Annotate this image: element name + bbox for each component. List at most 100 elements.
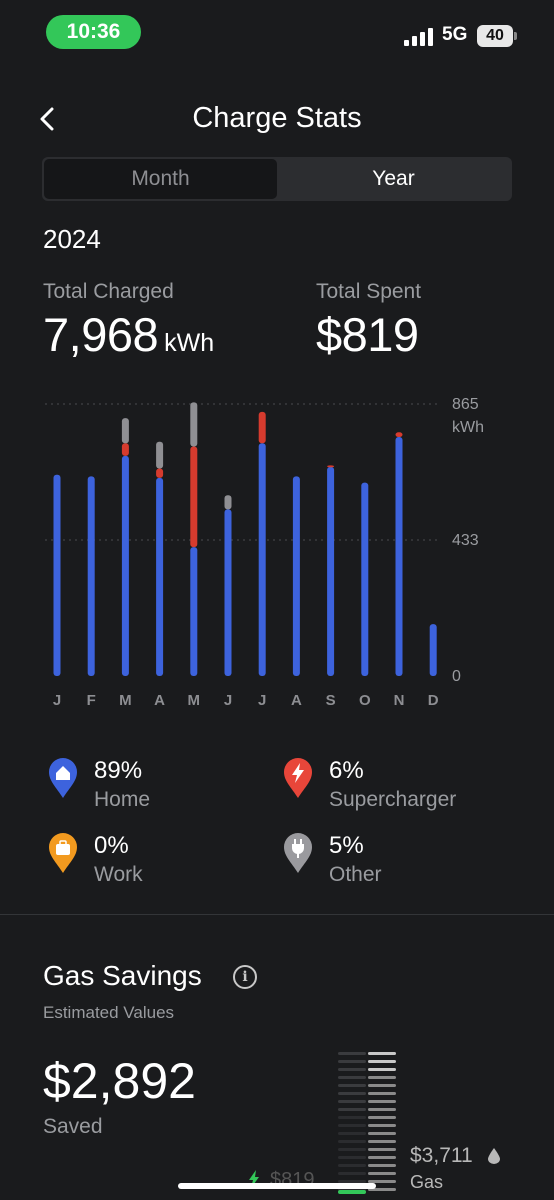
- bar-other-4: [190, 402, 198, 447]
- legend-other: 5% Other: [283, 832, 382, 890]
- electric-stripe-14: [338, 1164, 366, 1167]
- bar-other-2: [121, 418, 129, 444]
- electric-stripe-11: [338, 1140, 366, 1143]
- gas-stripe-9: [368, 1124, 396, 1127]
- gas-savings-subtitle: Estimated Values: [43, 1003, 175, 1022]
- gas-stripe-10: [368, 1132, 396, 1135]
- legend-work-label: Work: [94, 863, 143, 886]
- total-spent-value: $819: [316, 308, 419, 361]
- y-tick-433: 433: [452, 532, 479, 549]
- tab-year[interactable]: Year: [277, 159, 510, 199]
- saved-label: Saved: [43, 1115, 103, 1138]
- electric-stripe-15: [338, 1172, 366, 1175]
- electric-cost-bar: [338, 1190, 366, 1194]
- home-icon: [49, 758, 77, 798]
- tab-month[interactable]: Month: [44, 159, 277, 199]
- bar-home-2: [121, 455, 129, 676]
- legend-home-label: Home: [94, 788, 151, 811]
- bolt-icon: [284, 758, 312, 798]
- gas-stripe-14: [368, 1164, 396, 1167]
- gas-stripe-7: [368, 1108, 396, 1111]
- legend-work-pct: 0%: [94, 832, 129, 859]
- bar-home-7: [292, 476, 300, 676]
- x-tick-label-10: N: [394, 692, 405, 709]
- bar-supercharger-8: [327, 465, 335, 468]
- bar-supercharger-6: [258, 411, 266, 444]
- electric-stripe-12: [338, 1148, 366, 1151]
- bar-other-5: [224, 495, 232, 510]
- section-divider: [0, 914, 554, 915]
- x-tick-label-8: S: [326, 692, 336, 709]
- bar-home-6: [258, 443, 266, 676]
- legend-other-pct: 5%: [329, 832, 364, 859]
- bar-home-10: [395, 437, 403, 676]
- network-label: 5G: [442, 24, 468, 45]
- electric-stripe-4: [338, 1084, 366, 1087]
- y-unit: kWh: [452, 419, 484, 436]
- total-charged-number: 7,968: [43, 308, 159, 361]
- bar-supercharger-3: [156, 468, 164, 478]
- briefcase-icon: [49, 833, 77, 873]
- bar-home-1: [87, 476, 95, 676]
- electric-stripe-1: [338, 1060, 366, 1063]
- y-tick-865: 865: [452, 396, 479, 413]
- status-time: 10:36: [46, 15, 141, 49]
- gas-stripe-11: [368, 1140, 396, 1143]
- home-indicator[interactable]: [178, 1183, 376, 1189]
- gas-label: Gas: [410, 1172, 444, 1192]
- x-tick-label-0: J: [53, 692, 61, 709]
- gas-stripe-5: [368, 1092, 396, 1095]
- bar-home-4: [190, 547, 198, 676]
- x-tick-label-4: M: [188, 692, 201, 709]
- gas-cost: $3,711: [410, 1144, 473, 1167]
- electric-stripe-0: [338, 1052, 366, 1055]
- bar-home-3: [156, 477, 164, 676]
- x-tick-label-6: J: [258, 692, 266, 709]
- gas-stripe-12: [368, 1148, 396, 1151]
- bar-home-11: [429, 624, 437, 676]
- bar-home-0: [53, 474, 61, 676]
- gas-stripe-6: [368, 1100, 396, 1103]
- gas-vs-electric-graphic: [338, 1052, 396, 1194]
- x-tick-label-3: A: [154, 692, 165, 709]
- info-icon[interactable]: i: [233, 965, 257, 989]
- period-tabs: Month Year: [42, 157, 512, 201]
- saved-value: $2,892: [43, 1053, 196, 1109]
- x-tick-label-11: D: [428, 692, 439, 709]
- bar-supercharger-2: [121, 443, 129, 456]
- electric-stripe-7: [338, 1108, 366, 1111]
- legend-home: 89% Home: [48, 757, 150, 815]
- electric-stripe-13: [338, 1156, 366, 1159]
- gas-stripe-8: [368, 1116, 396, 1119]
- legend-work: 0% Work: [48, 832, 143, 890]
- total-spent-label: Total Spent: [316, 280, 422, 303]
- electric-stripe-3: [338, 1076, 366, 1079]
- electric-stripe-5: [338, 1092, 366, 1095]
- total-charged-value: 7,968 kWh: [43, 307, 214, 362]
- x-tick-label-7: A: [291, 692, 302, 709]
- battery-icon: 40: [477, 25, 517, 47]
- gas-stripe-13: [368, 1156, 396, 1159]
- gas-stripe-0: [368, 1052, 396, 1055]
- bar-home-5: [224, 509, 232, 676]
- electric-stripe-9: [338, 1124, 366, 1127]
- gas-stripe-4: [368, 1084, 396, 1087]
- gas-savings-title: Gas Savings: [43, 960, 202, 991]
- bar-supercharger-10: [395, 432, 403, 438]
- bar-supercharger-4: [190, 446, 198, 548]
- total-charged-label: Total Charged: [43, 280, 174, 303]
- x-tick-label-5: J: [224, 692, 232, 709]
- page-title: Charge Stats: [192, 102, 362, 134]
- gas-drop-icon: [488, 1148, 500, 1164]
- total-charged-unit: kWh: [164, 329, 215, 357]
- electric-stripe-6: [338, 1100, 366, 1103]
- gas-stripe-15: [368, 1172, 396, 1175]
- x-tick-label-1: F: [87, 692, 96, 709]
- bar-home-8: [327, 466, 335, 676]
- legend-supercharger-pct: 6%: [329, 757, 364, 784]
- legend-home-pct: 89%: [94, 757, 143, 784]
- gas-stripe-2: [368, 1068, 396, 1071]
- monthly-charge-chart: 865 kWh 433 0 J F M A M J J A S O N D: [45, 396, 484, 709]
- y-tick-0: 0: [452, 668, 461, 685]
- legend-supercharger: 6% Supercharger: [283, 757, 456, 815]
